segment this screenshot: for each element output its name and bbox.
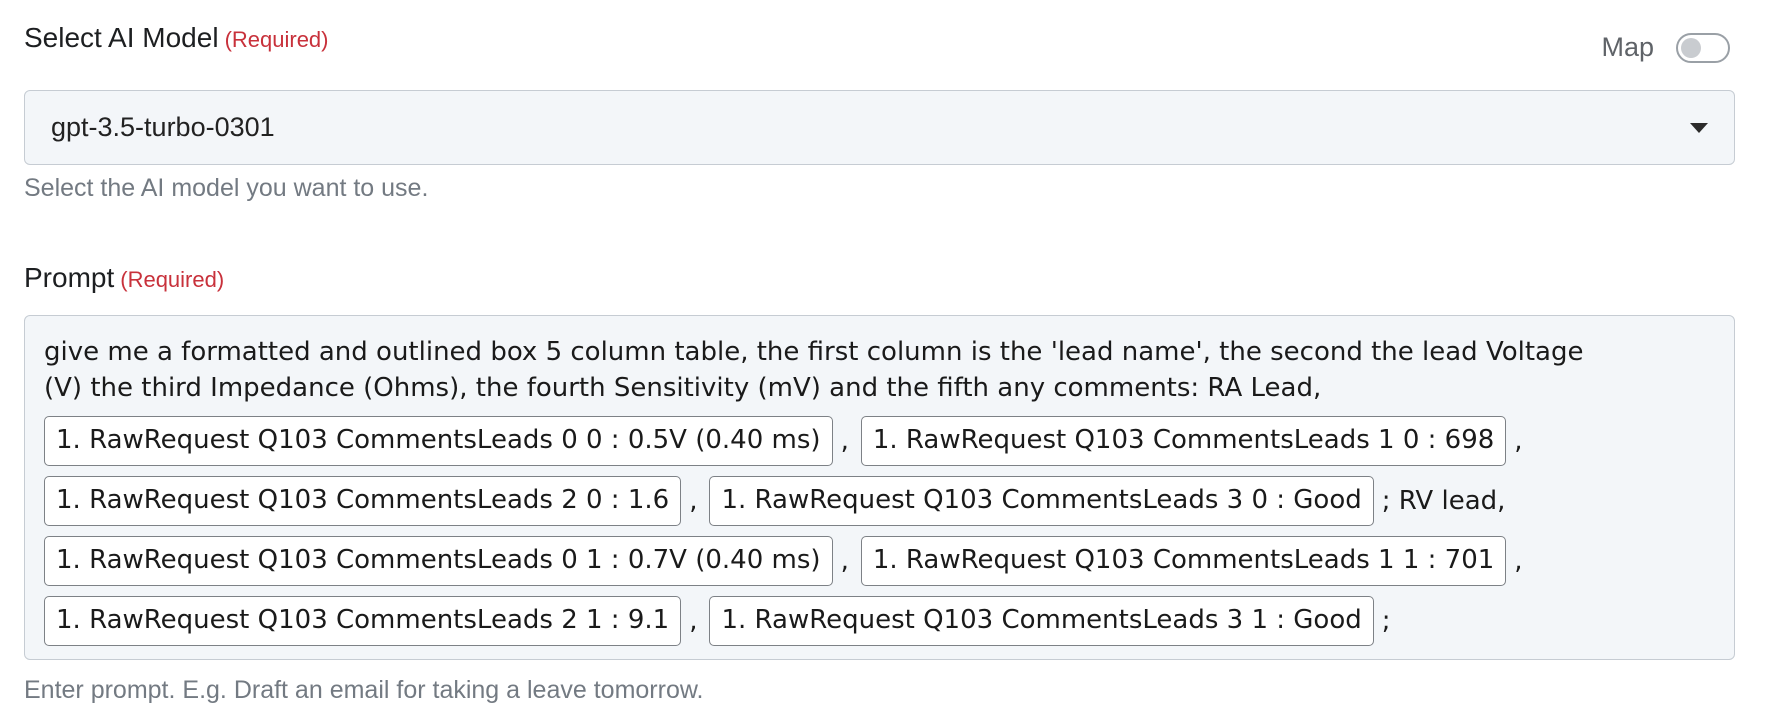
chip-separator: , — [1514, 546, 1523, 576]
chip-row-4: 1. RawRequest Q103 CommentsLeads 2 1 : 9… — [44, 596, 1714, 646]
prompt-required-tag: (Required) — [120, 267, 225, 292]
chip-separator: ; — [1381, 606, 1391, 636]
model-field-label: Select AI Model (Required) — [24, 22, 329, 54]
toggle-knob — [1681, 37, 1701, 58]
chip-separator: , — [689, 606, 698, 636]
chip-separator: , — [840, 426, 849, 456]
prompt-help-text: Enter prompt. E.g. Draft an email for ta… — [24, 676, 704, 704]
chip-separator: , — [840, 546, 849, 576]
map-toggle-group: Map — [1601, 32, 1730, 63]
chip-row-1: 1. RawRequest Q103 CommentsLeads 0 0 : 0… — [44, 416, 1714, 466]
chip-separator: , — [1514, 426, 1523, 456]
variable-chip[interactable]: 1. RawRequest Q103 CommentsLeads 0 0 : 0… — [44, 416, 833, 466]
variable-chip[interactable]: 1. RawRequest Q103 CommentsLeads 3 0 : G… — [709, 476, 1374, 526]
variable-chip[interactable]: 1. RawRequest Q103 CommentsLeads 0 1 : 0… — [44, 536, 833, 586]
variable-chip[interactable]: 1. RawRequest Q103 CommentsLeads 1 0 : 6… — [860, 416, 1507, 466]
prompt-text-line-2: (V) the third Impedance (Ohms), the four… — [44, 373, 1322, 403]
map-label: Map — [1601, 32, 1654, 62]
model-select-value: gpt-3.5-turbo-0301 — [51, 112, 275, 142]
model-required-tag: (Required) — [224, 27, 329, 52]
chip-separator: , — [689, 486, 698, 516]
model-help-text: Select the AI model you want to use. — [24, 174, 429, 202]
prompt-label-text: Prompt — [24, 262, 115, 293]
prompt-text-line-1: give me a formatted and outlined box 5 c… — [44, 337, 1584, 367]
model-select[interactable]: gpt-3.5-turbo-0301 — [24, 90, 1735, 165]
map-toggle[interactable] — [1676, 32, 1730, 63]
variable-chip[interactable]: 1. RawRequest Q103 CommentsLeads 2 1 : 9… — [44, 596, 682, 646]
variable-chip[interactable]: 1. RawRequest Q103 CommentsLeads 2 0 : 1… — [44, 476, 682, 526]
chip-row-3: 1. RawRequest Q103 CommentsLeads 0 1 : 0… — [44, 536, 1714, 586]
prompt-field-label: Prompt (Required) — [24, 262, 224, 294]
prompt-input[interactable]: give me a formatted and outlined box 5 c… — [24, 315, 1735, 660]
model-label-text: Select AI Model — [24, 22, 219, 53]
variable-chip[interactable]: 1. RawRequest Q103 CommentsLeads 1 1 : 7… — [860, 536, 1507, 586]
rv-lead-text: ; RV lead, — [1381, 486, 1506, 516]
chip-row-2: 1. RawRequest Q103 CommentsLeads 2 0 : 1… — [44, 476, 1714, 526]
chevron-down-icon[interactable] — [1690, 122, 1708, 133]
variable-chip[interactable]: 1. RawRequest Q103 CommentsLeads 3 1 : G… — [709, 596, 1374, 646]
